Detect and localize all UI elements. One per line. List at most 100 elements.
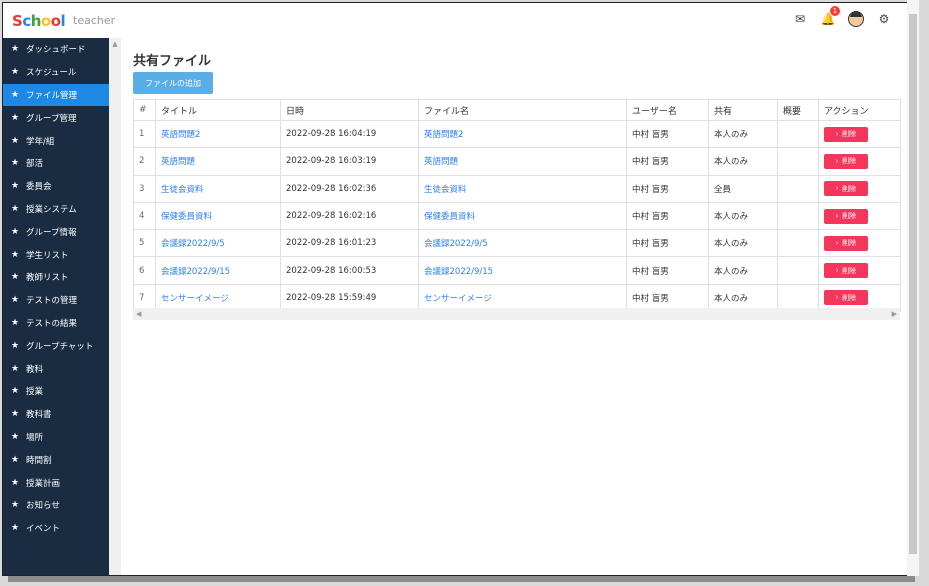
file-name-link[interactable]: 生徒会資料: [424, 185, 467, 195]
summary-cell: [777, 119, 819, 149]
sidebar-item-label: 教科: [26, 364, 44, 375]
file-name-cell[interactable]: 会議録2022/9/5: [418, 229, 627, 258]
share-cell: 本人のみ: [708, 201, 778, 231]
app-logo[interactable]: School: [12, 12, 66, 30]
delete-button[interactable]: › 削除: [824, 153, 868, 169]
title-link[interactable]: 会議録2022/9/5: [161, 239, 225, 249]
sidebar-scrollbar[interactable]: ▲: [109, 38, 121, 575]
sidebar-item[interactable]: ★ ファイル管理: [3, 83, 109, 107]
user-name-cell: 中村 盲男: [626, 256, 709, 285]
title-cell[interactable]: 保健委員資料: [155, 201, 281, 231]
share-cell: 本人のみ: [708, 147, 778, 176]
logo-letter: o: [40, 12, 51, 30]
sidebar-item-label: イベント: [26, 524, 61, 535]
title-cell[interactable]: 英語問題2: [155, 119, 281, 149]
star-icon: ★: [11, 272, 20, 283]
file-name-link[interactable]: 会議録2022/9/5: [424, 239, 488, 249]
files-table-wrap: # タイトル 日時 ファイル名 ユーザー名 共有 概要 アクション 1 英語問題2 2022-09…: [133, 99, 901, 321]
mail-icon[interactable]: ✉: [792, 11, 808, 27]
star-icon: ★: [11, 523, 20, 534]
delete-button[interactable]: › 削除: [824, 263, 868, 279]
bell-icon[interactable]: 🔔 1: [820, 6, 840, 27]
file-name-link[interactable]: センサーイメージ: [424, 294, 492, 304]
sidebar-item-label: 委員会: [26, 182, 52, 193]
title-cell[interactable]: 会議録2022/9/5: [155, 229, 281, 258]
delete-button[interactable]: › 削除: [824, 126, 868, 142]
scroll-up-icon[interactable]: ▲: [109, 38, 121, 50]
date-cell: 2022-09-28 16:02:36: [280, 174, 419, 203]
title-link[interactable]: 会議録2022/9/15: [161, 267, 230, 277]
delete-label: 削除: [842, 213, 857, 221]
sidebar: ★ ダッシュボード ★ スケジュール ★ ファイル管理 ★ グループ管理 ★ 学年/組 ★ 部活 ★ 委員…: [3, 38, 109, 575]
column-header: #: [133, 99, 156, 121]
sidebar-item[interactable]: ★ 授業計画: [3, 471, 109, 494]
file-name-link[interactable]: 英語問題2: [424, 130, 463, 140]
sidebar-item[interactable]: ★ 部活: [3, 152, 109, 175]
logo-letter: h: [30, 12, 42, 30]
row-number-cell: 3: [133, 174, 156, 203]
sidebar-item[interactable]: ★ 学年/組: [3, 129, 109, 152]
scroll-right-icon[interactable]: ▶: [892, 308, 897, 320]
sidebar-item[interactable]: ★ お知らせ: [3, 494, 109, 517]
sidebar-item[interactable]: ★ 教科: [3, 357, 109, 380]
scroll-left-icon[interactable]: ◀: [136, 308, 141, 320]
title-link[interactable]: 英語問題2: [161, 130, 200, 140]
file-name-cell[interactable]: 英語問題: [418, 147, 627, 176]
delete-button[interactable]: › 削除: [824, 235, 868, 251]
action-cell: › 削除: [818, 201, 901, 231]
delete-button[interactable]: › 削除: [824, 208, 868, 224]
title-cell[interactable]: 生徒会資料: [155, 174, 281, 203]
sidebar-item[interactable]: ★ 授業: [3, 380, 109, 403]
file-name-cell[interactable]: 生徒会資料: [418, 174, 627, 203]
add-file-button[interactable]: ファイルの追加: [133, 72, 213, 94]
date-cell: 2022-09-28 16:02:16: [280, 201, 419, 231]
delete-label: 削除: [842, 185, 857, 193]
title-link[interactable]: 保健委員資料: [161, 212, 212, 222]
file-name-cell[interactable]: 英語問題2: [418, 119, 627, 149]
sidebar-item[interactable]: ★ テストの管理: [3, 289, 109, 312]
sidebar-item[interactable]: ★ グループ情報: [3, 220, 109, 243]
column-header: 概要: [777, 99, 819, 121]
row-number-cell: 5: [133, 229, 156, 258]
title-cell[interactable]: 会議録2022/9/15: [155, 256, 281, 285]
page-vertical-scrollbar[interactable]: [907, 0, 919, 576]
sidebar-item[interactable]: ★ 授業システム: [3, 198, 109, 221]
sidebar-item[interactable]: ★ 委員会: [3, 175, 109, 198]
page-title: 共有ファイル: [133, 54, 212, 69]
delete-button[interactable]: › 削除: [824, 290, 868, 306]
sidebar-item[interactable]: ★ 教師リスト: [3, 266, 109, 289]
sidebar-item[interactable]: ★ 場所: [3, 426, 109, 449]
avatar[interactable]: [848, 11, 864, 27]
scrollbar-thumb[interactable]: [909, 14, 917, 554]
date-cell: 2022-09-28 16:04:19: [280, 119, 419, 149]
sidebar-item[interactable]: ★ イベント: [3, 517, 109, 540]
column-header: ユーザー名: [626, 99, 709, 121]
delete-button[interactable]: › 削除: [824, 181, 868, 197]
sidebar-item[interactable]: ★ グループチャット: [3, 334, 109, 357]
title-link[interactable]: 生徒会資料: [161, 185, 204, 195]
file-name-link[interactable]: 会議録2022/9/15: [424, 267, 493, 277]
user-name-cell: 中村 盲男: [626, 174, 709, 203]
top-icons: ✉ 🔔 1 ⚙: [792, 6, 892, 27]
sidebar-item[interactable]: ★ テストの結果: [3, 312, 109, 335]
sidebar-item[interactable]: ★ グループ管理: [3, 106, 109, 129]
sidebar-item[interactable]: ★ 時間割: [3, 448, 109, 471]
sidebar-item[interactable]: ★ 教科書: [3, 403, 109, 426]
file-name-link[interactable]: 英語問題: [424, 157, 458, 167]
file-name-link[interactable]: 保健委員資料: [424, 212, 475, 222]
sidebar-item[interactable]: ★ ダッシュボード: [3, 38, 109, 61]
sidebar-item[interactable]: ★ スケジュール: [3, 61, 109, 84]
app-window: School teacher ✉ 🔔 1 ⚙ ★ ダッシュボード ★ スケジュール ★ ファ…: [2, 2, 909, 576]
title-link[interactable]: センサーイメージ: [161, 294, 229, 304]
file-name-cell[interactable]: 会議録2022/9/15: [418, 256, 627, 285]
star-icon: ★: [11, 181, 20, 192]
sidebar-item[interactable]: ★ 学生リスト: [3, 243, 109, 266]
title-cell[interactable]: 英語問題: [155, 147, 281, 176]
action-cell: › 削除: [818, 147, 901, 176]
table-row: 4 保健委員資料 2022-09-28 16:02:16 保健委員資料 中村 盲男 本人の…: [133, 201, 901, 231]
gear-icon[interactable]: ⚙: [876, 11, 892, 27]
title-link[interactable]: 英語問題: [161, 157, 195, 167]
table-horizontal-scrollbar[interactable]: ◀ ▶: [133, 308, 900, 320]
file-name-cell[interactable]: 保健委員資料: [418, 201, 627, 231]
star-icon: ★: [11, 386, 20, 397]
